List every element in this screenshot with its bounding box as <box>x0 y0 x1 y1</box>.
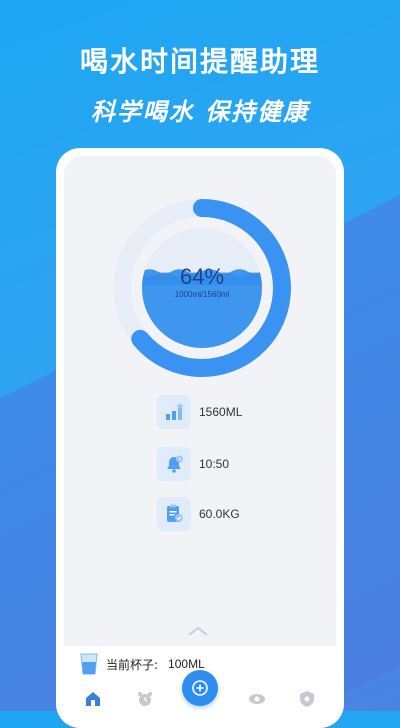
subline: 科学喝水 保持健康 <box>90 98 310 126</box>
current-cup-row[interactable]: 当前杯子: 100ML <box>80 650 205 678</box>
alarm-clock-icon <box>138 692 152 706</box>
percent-text: 64% <box>179 264 225 289</box>
phone-frame: 64% 1000ml/1560ml 1560ML 10:50 60.0KG 当前… <box>56 148 344 728</box>
add-record-icon <box>192 680 208 696</box>
cup-label: 当前杯子: <box>106 657 159 672</box>
nav-shield[interactable] <box>296 688 318 710</box>
progress-ring: 64% 1000ml/1560ml <box>110 196 294 380</box>
stat-daily-goal[interactable]: 1560ML <box>157 394 242 430</box>
add-record-button[interactable] <box>182 670 218 706</box>
chevron-up-icon[interactable] <box>186 624 210 638</box>
bell-clock-icon <box>157 447 191 481</box>
cup-value: 100ML <box>168 657 205 671</box>
cup-icon <box>80 653 98 675</box>
home-icon <box>86 692 100 706</box>
nav-alarm[interactable] <box>134 688 156 710</box>
eye-icon <box>249 694 265 704</box>
bottom-nav <box>64 670 336 716</box>
goal-chart-icon <box>157 395 191 429</box>
clipboard-scale-icon <box>157 497 191 531</box>
stat-value: 60.0KG <box>199 507 240 521</box>
stat-value: 1560ML <box>199 405 243 419</box>
nav-home[interactable] <box>82 688 104 710</box>
ratio-text: 1000ml/1560ml <box>174 290 230 299</box>
app-screen: 64% 1000ml/1560ml 1560ML 10:50 60.0KG 当前… <box>64 156 336 716</box>
stat-reminder-time[interactable]: 10:50 <box>157 446 229 482</box>
shield-icon <box>300 691 314 707</box>
headline: 喝水时间提醒助理 <box>79 45 320 78</box>
stat-value: 10:50 <box>199 457 230 471</box>
nav-eye[interactable] <box>246 688 268 710</box>
stat-weight[interactable]: 60.0KG <box>157 496 240 532</box>
